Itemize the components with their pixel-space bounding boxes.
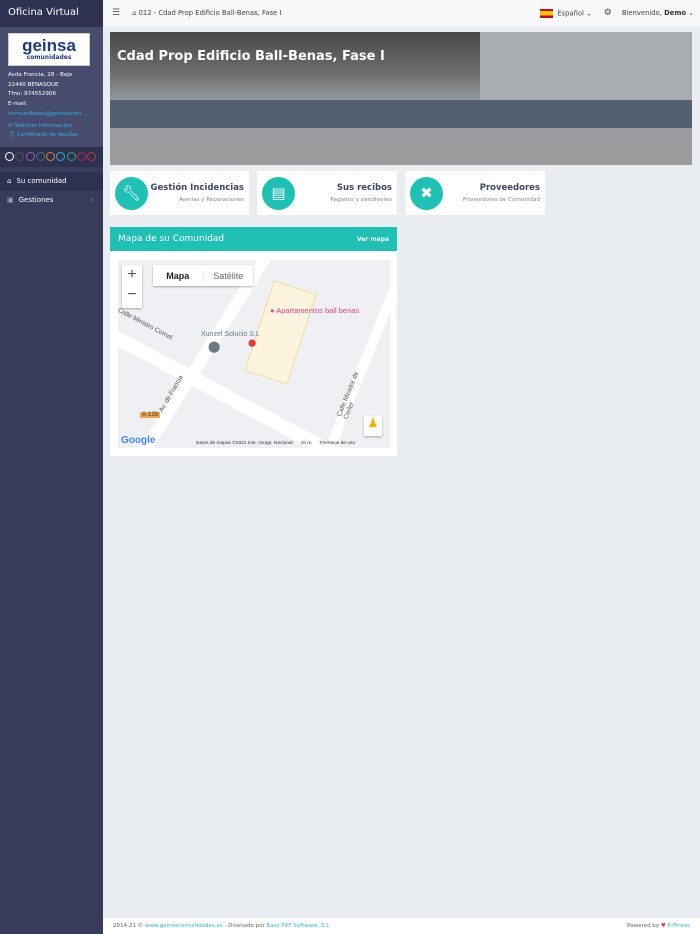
top-bar: ☰ ⌂ 012 - Cdad Prop Edificio Ball-Benas,… bbox=[103, 0, 700, 26]
solicitar-informacion-link[interactable]: ✉ Solicitar Información bbox=[8, 122, 95, 132]
designer-link[interactable]: Easy PVF Software, S.L. bbox=[267, 923, 332, 929]
heart-icon: ♥ bbox=[660, 923, 666, 929]
certificado-deudas-link[interactable]: 🎗 Certificado de deudas bbox=[8, 131, 95, 141]
phone: Tfno: 974552906 bbox=[8, 91, 57, 98]
language-selector[interactable]: Español ⌄ bbox=[540, 8, 592, 18]
breadcrumb[interactable]: ⌂ 012 - Cdad Prop Edificio Ball-Benas, F… bbox=[132, 9, 281, 17]
email-label: E-mail: bbox=[8, 101, 28, 108]
zoom-controls: + − bbox=[122, 265, 142, 308]
zoom-out-button[interactable]: − bbox=[122, 285, 142, 305]
home-icon: ⌂ bbox=[7, 177, 12, 186]
briefcase-icon: ▣ bbox=[7, 196, 14, 205]
location-marker-icon[interactable]: ● bbox=[247, 333, 257, 353]
spain-flag-icon bbox=[540, 8, 554, 18]
sidebar-item-su-comunidad[interactable]: ⌂ Su comunidad bbox=[0, 171, 103, 191]
place-pin-icon: ⬤ bbox=[208, 341, 221, 353]
address-line: 22440 BENASQUE bbox=[8, 81, 59, 88]
banner-title: Cdad Prop Edificio Ball-Benas, Fase I bbox=[117, 49, 385, 64]
sus-recibos-card[interactable]: ▤ Sus recibos Pagados y pendientes bbox=[257, 171, 397, 215]
chevron-down-icon: ⌄ bbox=[688, 9, 694, 17]
zoom-in-button[interactable]: + bbox=[122, 265, 142, 285]
ver-mapa-link[interactable]: Ver mapa bbox=[357, 236, 389, 243]
theme-swatch[interactable] bbox=[56, 152, 66, 162]
theme-color-picker bbox=[0, 146, 103, 167]
address-line: Avda Francia, 28 - Bajo bbox=[8, 72, 73, 78]
google-map[interactable]: + − Mapa Satélite ● Apartamentos ball ben… bbox=[118, 260, 390, 448]
home-icon: ⌂ bbox=[132, 9, 137, 17]
poi-label: ● Apartamentos ball benas bbox=[270, 306, 360, 315]
terms-link[interactable]: Términos de uso bbox=[319, 441, 355, 446]
proveedores-card[interactable]: ✖ Proveedores Proveedores de Comunidad bbox=[405, 171, 545, 215]
google-logo: Google bbox=[121, 435, 156, 446]
settings-gear-icon[interactable]: ⚙ bbox=[604, 8, 612, 18]
chevron-left-icon: ‹ bbox=[91, 196, 94, 205]
email-link[interactable]: comunidades@geinsacom... bbox=[8, 110, 95, 120]
theme-swatch[interactable] bbox=[15, 152, 25, 162]
sidebar-item-gestiones[interactable]: ▣ Gestiones ‹ bbox=[0, 191, 103, 210]
site-link[interactable]: www.geinsacomunidades.es bbox=[145, 923, 223, 929]
app-title: Oficina Virtual bbox=[0, 0, 103, 27]
theme-swatch[interactable] bbox=[46, 152, 56, 162]
sidebar: Oficina Virtual geinsa comunidades Avda … bbox=[0, 0, 103, 934]
map-scale: 10 m bbox=[300, 441, 312, 446]
community-banner: Cdad Prop Edificio Ball-Benas, Fase I bbox=[110, 32, 692, 165]
map-type-mapa[interactable]: Mapa bbox=[153, 271, 203, 281]
tools-icon: ✖ bbox=[410, 176, 443, 210]
map-panel-title: Mapa de su Comunidad bbox=[118, 234, 225, 244]
user-menu[interactable]: Bienvenido, Demo ⌄ bbox=[622, 9, 694, 17]
theme-swatch[interactable] bbox=[25, 152, 35, 162]
map-type-satelite[interactable]: Satélite bbox=[202, 270, 254, 281]
chevron-down-icon: ⌄ bbox=[586, 9, 592, 17]
theme-swatch[interactable] bbox=[35, 152, 45, 162]
street-view-pegman-icon[interactable]: ♟ bbox=[364, 416, 382, 436]
gestion-incidencias-card[interactable]: 🔧︎ Gestión Incidencias Averías y Reparaci… bbox=[110, 171, 249, 215]
certificate-icon: 🎗 bbox=[8, 132, 16, 139]
map-type-control: Mapa Satélite bbox=[153, 265, 253, 286]
theme-swatch[interactable] bbox=[66, 152, 76, 162]
company-logo: geinsa comunidades bbox=[8, 33, 90, 66]
theme-swatch[interactable] bbox=[87, 152, 97, 162]
envelope-icon: ✉ bbox=[8, 122, 13, 129]
wrench-icon: 🔧︎ bbox=[115, 176, 148, 210]
receipt-icon: ▤ bbox=[262, 176, 295, 210]
theme-swatch[interactable] bbox=[5, 152, 14, 162]
map-panel: Mapa de su Comunidad Ver mapa + − Mapa Sat… bbox=[110, 227, 397, 456]
theme-swatch[interactable] bbox=[77, 152, 87, 162]
map-attribution: Datos de mapas ©2021 Inst. Geogr. Nacion… bbox=[196, 441, 356, 446]
company-info: geinsa comunidades Avda Francia, 28 - Ba… bbox=[0, 27, 103, 147]
menu-toggle-icon[interactable]: ☰ bbox=[112, 8, 120, 18]
footer: 2014-21 © www.geinsacomunidades.es - Dis… bbox=[103, 918, 700, 934]
efincas-link[interactable]: E-Fincas bbox=[668, 923, 691, 929]
